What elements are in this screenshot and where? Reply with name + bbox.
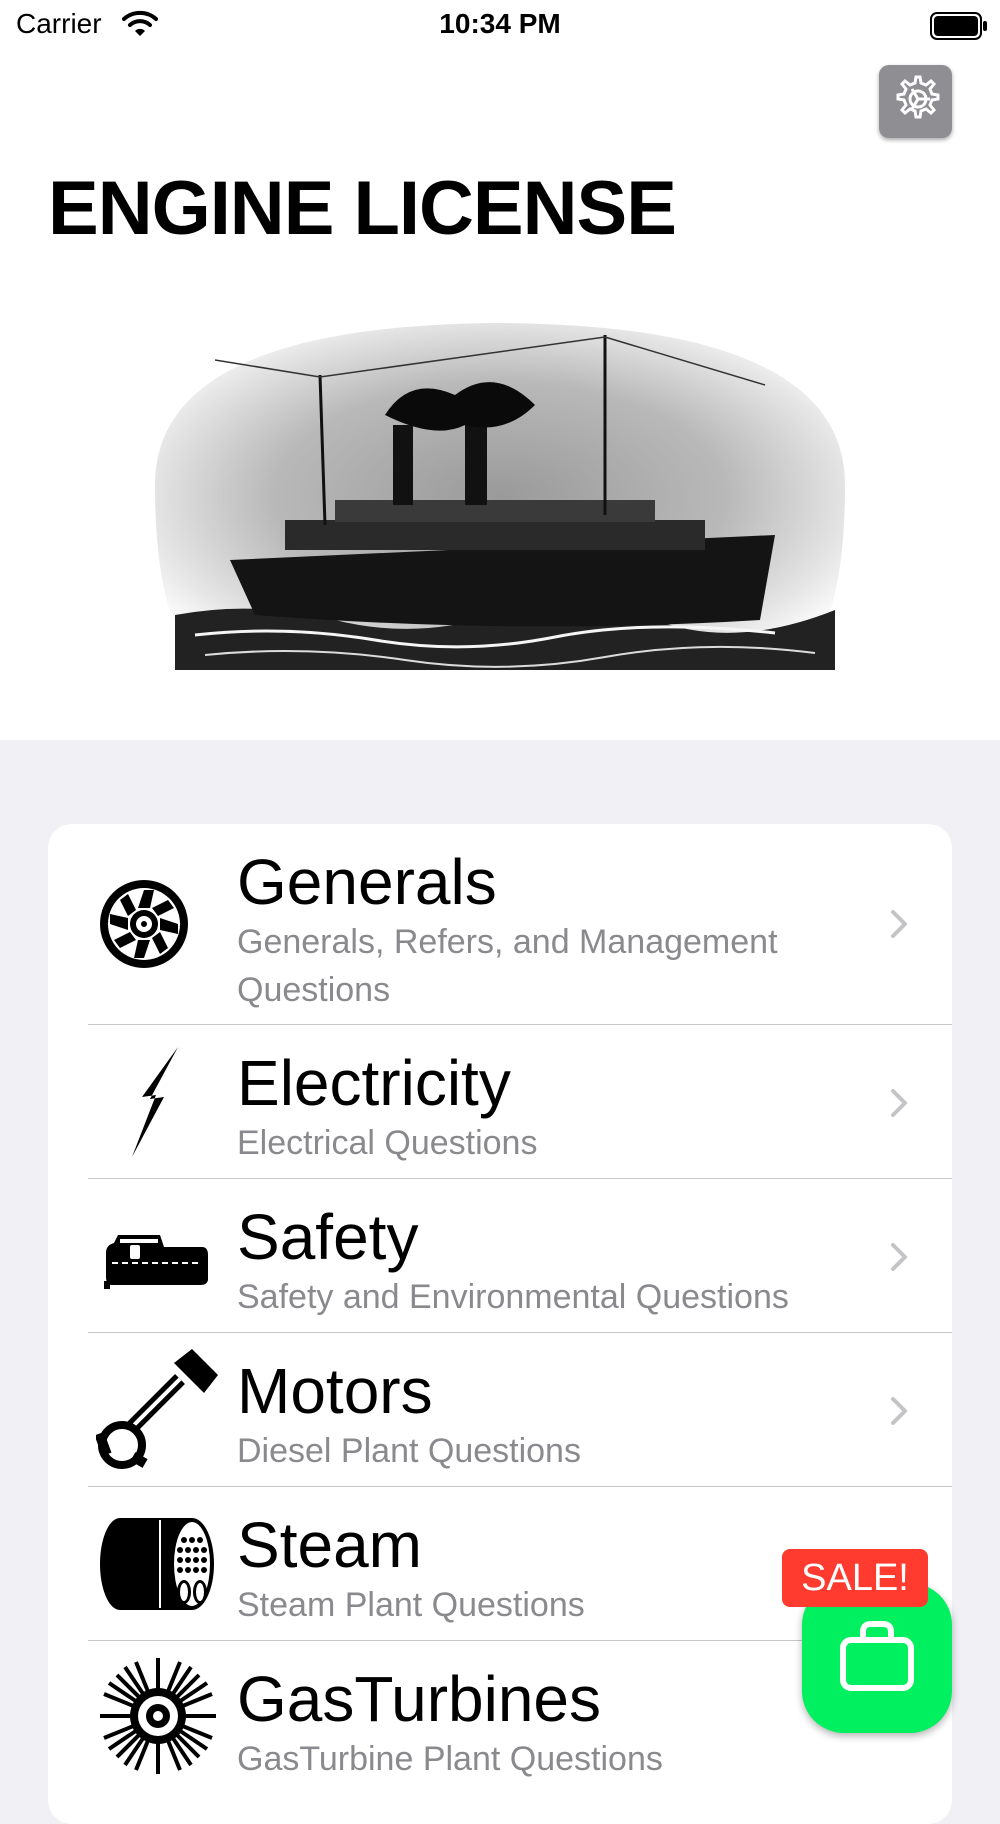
row-subtitle: GasTurbine Plant Questions [237, 1740, 663, 1778]
wheel-icon [96, 876, 192, 977]
clock: 10:34 PM [439, 8, 561, 39]
gear-icon [890, 73, 942, 130]
page-title: ENGINE LICENSE [48, 166, 677, 251]
steamship-illustration [135, 315, 865, 690]
status-bar: Carrier 10:34 PM [0, 0, 1000, 50]
sale-badge[interactable]: SALE! [782, 1549, 928, 1607]
row-title: Electricity [237, 1047, 511, 1119]
row-subtitle: Electrical Questions [237, 1124, 538, 1162]
chevron-right-icon [890, 909, 908, 944]
row-subtitle: Diesel Plant Questions [237, 1432, 581, 1470]
chevron-right-icon [890, 1396, 908, 1431]
piston-icon [94, 1349, 222, 1478]
boiler-icon [98, 1516, 216, 1617]
row-title: Safety [237, 1201, 419, 1273]
row-title: GasTurbines [237, 1663, 601, 1735]
list-item-electricity[interactable]: Electricity Electrical Questions [48, 1025, 952, 1179]
lightning-bolt-icon [132, 1047, 182, 1162]
row-subtitle: Generals, Refers, and Management Questio… [237, 923, 778, 1009]
header-area: Carrier 10:34 PM ENGINE LICENSE [0, 0, 1000, 740]
row-title: Steam [237, 1509, 422, 1581]
settings-button[interactable] [879, 65, 952, 138]
row-subtitle: Steam Plant Questions [237, 1586, 585, 1624]
list-item-generals[interactable]: Generals Generals, Refers, and Managemen… [48, 824, 952, 1025]
chevron-right-icon [890, 1088, 908, 1123]
row-title: Motors [237, 1355, 433, 1427]
list-item-motors[interactable]: Motors Diesel Plant Questions [48, 1333, 952, 1487]
lifeboat-icon [104, 1231, 210, 1294]
list-item-safety[interactable]: Safety Safety and Environmental Question… [48, 1179, 952, 1333]
battery-icon [930, 12, 988, 45]
chevron-right-icon [890, 1242, 908, 1277]
turbine-icon [98, 1656, 218, 1781]
row-title: Generals [237, 846, 497, 918]
shopping-bag-icon [839, 1620, 915, 1697]
row-subtitle: Safety and Environmental Questions [237, 1278, 789, 1316]
